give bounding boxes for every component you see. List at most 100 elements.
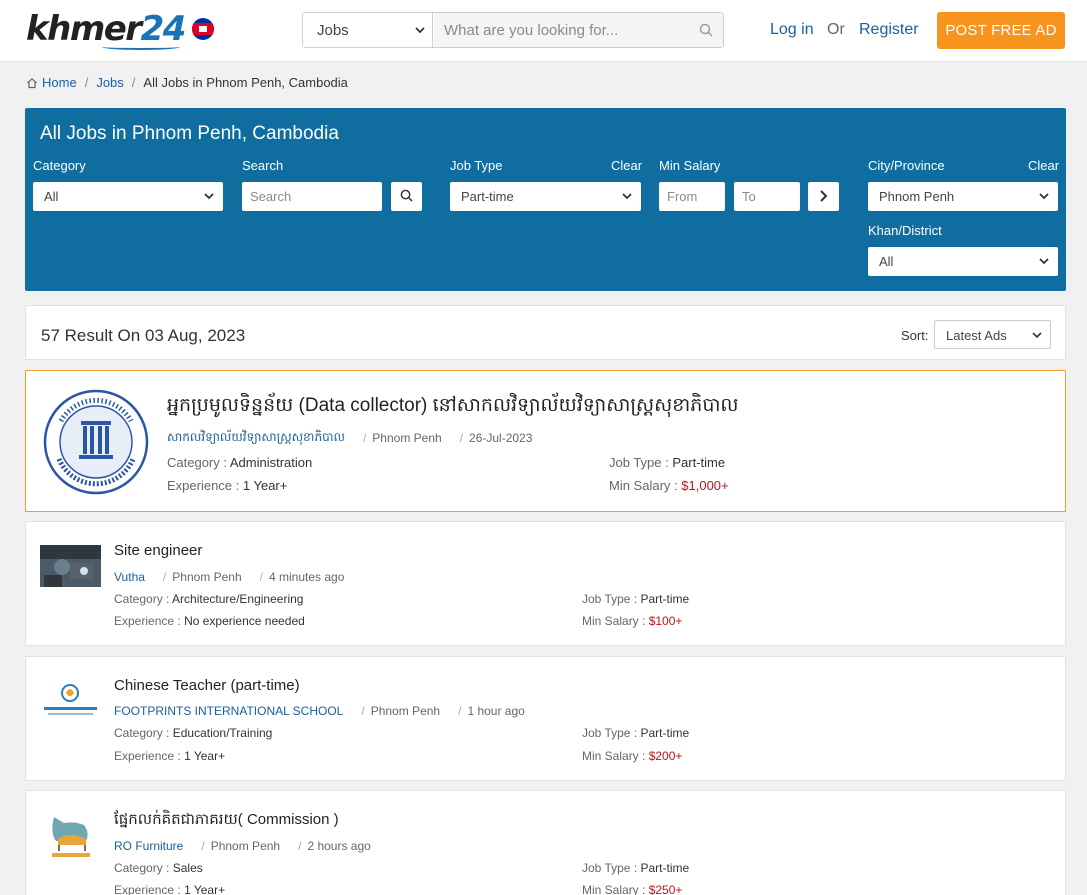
salary-key: Min Salary xyxy=(582,883,639,895)
furniture-logo[interactable] xyxy=(40,809,101,861)
khmer24-logo[interactable]: khmer24 xyxy=(26,10,186,52)
sort-select-value: Latest Ads xyxy=(946,328,1007,343)
listing-min-salary: Min Salary : $250+ xyxy=(582,883,682,895)
search-icon[interactable] xyxy=(699,23,713,37)
search-category-select[interactable]: Jobs xyxy=(303,13,433,47)
filter-search-input[interactable] xyxy=(242,182,382,211)
listing-experience: Experience : 1 Year+ xyxy=(114,749,225,763)
register-link[interactable]: Register xyxy=(859,21,919,39)
listing-company[interactable]: សាកលវិទ្យាល័យវិទ្យាសាស្ត្រសុខាភិបាល xyxy=(167,429,345,447)
jobtype-value: Part-time xyxy=(641,592,690,606)
search-box xyxy=(434,13,723,47)
listing-title[interactable]: Site engineer xyxy=(114,542,202,559)
listing-company[interactable]: RO Furniture xyxy=(114,839,183,853)
listing-card[interactable]: Chinese Teacher (part-time) FOOTPRINTS I… xyxy=(25,656,1066,781)
experience-key: Experience xyxy=(167,478,232,493)
listing-meta: FOOTPRINTS INTERNATIONAL SCHOOL / Phnom … xyxy=(114,704,525,718)
salary-apply-button[interactable] xyxy=(808,182,839,211)
listing-location: Phnom Penh xyxy=(372,431,441,445)
jobtype-value: Part-time xyxy=(641,726,690,740)
salary-key: Min Salary xyxy=(582,749,639,763)
chevron-down-icon xyxy=(203,190,215,202)
school-logo[interactable] xyxy=(40,679,101,721)
listing-title[interactable]: អ្នកប្រមូលទិន្នន័យ (Data collector) នៅសា… xyxy=(167,393,739,421)
jobtype-key: Job Type xyxy=(582,592,630,606)
university-logo[interactable] xyxy=(41,389,151,495)
jobtype-key: Job Type xyxy=(582,861,630,875)
experience-value: 1 Year+ xyxy=(243,478,287,493)
salary-to-input[interactable] xyxy=(734,182,800,211)
chevron-right-icon xyxy=(817,189,830,203)
jobtype-clear-link[interactable]: Clear xyxy=(611,158,642,173)
search-label: Search xyxy=(242,158,283,173)
salary-value: $100+ xyxy=(649,614,683,628)
listing-jobtype: Job Type : Part-time xyxy=(609,455,725,470)
jobtype-select[interactable]: Part-time xyxy=(450,182,641,211)
category-value: Administration xyxy=(230,455,312,470)
salary-from-input[interactable] xyxy=(659,182,725,211)
experience-key: Experience xyxy=(114,614,174,628)
salary-key: Min Salary xyxy=(609,478,670,493)
category-select-value: All xyxy=(44,189,58,204)
listing-date: 26-Jul-2023 xyxy=(469,431,532,445)
listing-card[interactable]: អ្នកប្រមូលទិន្នន័យ (Data collector) នៅសា… xyxy=(25,370,1066,512)
listing-title[interactable]: Chinese Teacher (part-time) xyxy=(114,677,300,694)
breadcrumb-home[interactable]: Home xyxy=(42,75,77,90)
experience-value: 1 Year+ xyxy=(184,883,225,895)
jobtype-value: Part-time xyxy=(672,455,725,470)
search-icon xyxy=(400,189,413,202)
listing-category: Category : Administration xyxy=(167,455,312,470)
jobtype-value: Part-time xyxy=(641,861,690,875)
category-key: Category xyxy=(167,455,220,470)
header-search: Jobs xyxy=(302,12,724,48)
listing-card[interactable]: ផ្នែកលក់គិតជាភាគរយ( Commission ) RO Furn… xyxy=(25,790,1066,895)
category-label: Category xyxy=(33,158,86,173)
category-select[interactable]: All xyxy=(33,182,223,211)
listing-jobtype: Job Type : Part-time xyxy=(582,726,689,740)
listing-experience: Experience : 1 Year+ xyxy=(114,883,225,895)
site-header: khmer24 Jobs Log in Or Register POST FRE… xyxy=(0,0,1087,62)
city-select[interactable]: Phnom Penh xyxy=(868,182,1058,211)
experience-key: Experience xyxy=(114,749,174,763)
category-value: Education/Training xyxy=(173,726,273,740)
listing-company[interactable]: Vutha xyxy=(114,570,145,584)
listing-date: 1 hour ago xyxy=(467,704,524,718)
jobtype-key: Job Type xyxy=(582,726,630,740)
search-input[interactable] xyxy=(434,13,684,47)
experience-value: 1 Year+ xyxy=(184,749,225,763)
cambodia-flag-icon[interactable] xyxy=(192,18,214,40)
breadcrumb: Home / Jobs / All Jobs in Phnom Penh, Ca… xyxy=(26,75,348,90)
category-key: Category xyxy=(114,592,163,606)
khan-label: Khan/District xyxy=(868,223,942,238)
listing-company[interactable]: FOOTPRINTS INTERNATIONAL SCHOOL xyxy=(114,704,343,718)
logo-text: khmer24 xyxy=(26,10,185,48)
sort-select[interactable]: Latest Ads xyxy=(934,320,1051,349)
filter-search-button[interactable] xyxy=(391,182,422,211)
breadcrumb-separator: / xyxy=(85,75,89,90)
listing-location: Phnom Penh xyxy=(172,570,241,584)
listing-date: 2 hours ago xyxy=(307,839,370,853)
listing-card[interactable]: Site engineer Vutha / Phnom Penh / 4 min… xyxy=(25,521,1066,646)
listing-jobtype: Job Type : Part-time xyxy=(582,861,689,875)
filter-panel: All Jobs in Phnom Penh, Cambodia Categor… xyxy=(25,108,1066,291)
search-category-value: Jobs xyxy=(317,22,349,39)
listing-title[interactable]: ផ្នែកលក់គិតជាភាគរយ( Commission ) xyxy=(114,810,339,832)
jobtype-select-value: Part-time xyxy=(461,189,514,204)
chevron-down-icon xyxy=(621,190,633,202)
category-value: Architecture/Engineering xyxy=(172,592,303,606)
listing-category: Category : Architecture/Engineering xyxy=(114,592,303,606)
result-bar: 57 Result On 03 Aug, 2023 Sort: Latest A… xyxy=(25,305,1066,360)
listing-photo[interactable] xyxy=(40,545,101,587)
breadcrumb-separator: / xyxy=(132,75,136,90)
min-salary-label: Min Salary xyxy=(659,158,720,173)
chevron-down-icon xyxy=(1031,329,1043,341)
login-link[interactable]: Log in xyxy=(770,21,814,39)
post-free-ad-button[interactable]: POST FREE AD xyxy=(937,12,1065,49)
salary-value: $200+ xyxy=(649,749,683,763)
breadcrumb-jobs[interactable]: Jobs xyxy=(96,75,123,90)
khan-select[interactable]: All xyxy=(868,247,1058,276)
khan-select-value: All xyxy=(879,254,893,269)
city-clear-link[interactable]: Clear xyxy=(1028,158,1059,173)
listing-location: Phnom Penh xyxy=(371,704,440,718)
jobtype-label: Job Type xyxy=(450,158,503,173)
